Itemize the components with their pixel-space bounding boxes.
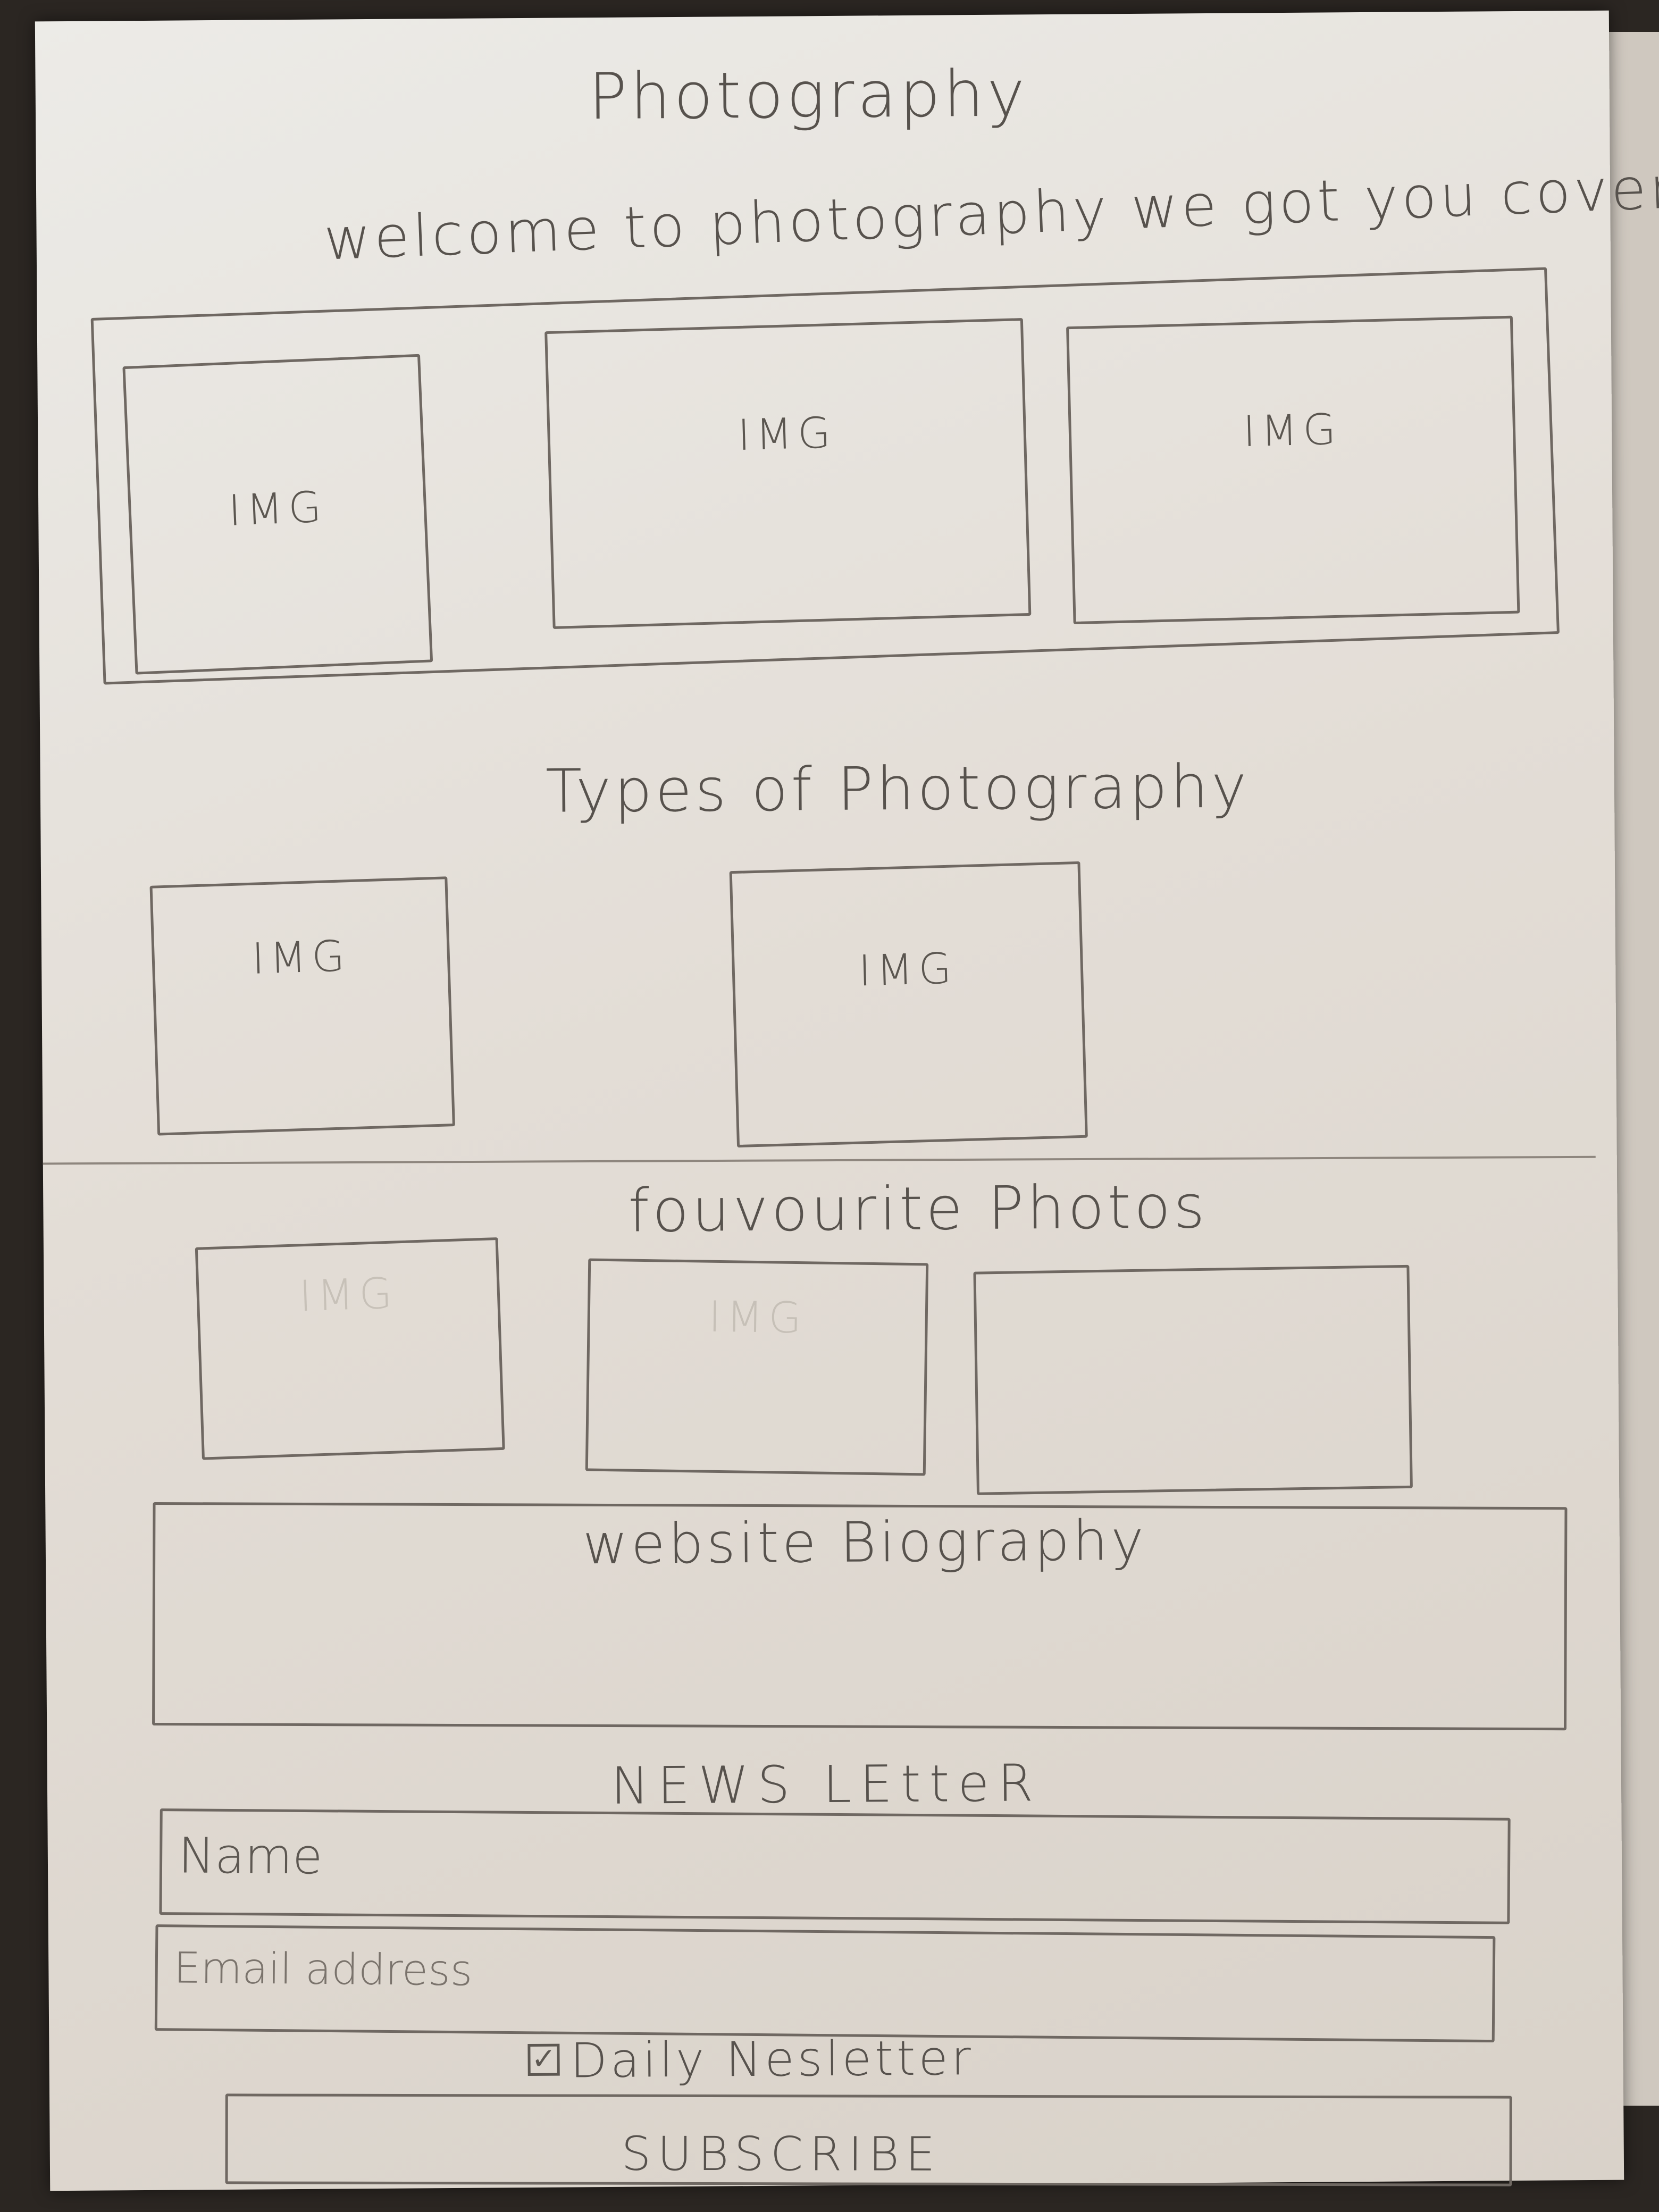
- favourite-image-3[interactable]: [973, 1264, 1413, 1495]
- image-placeholder-label: IMG: [708, 1292, 807, 1343]
- image-placeholder-label: IMG: [227, 482, 328, 536]
- email-field-placeholder: Email address: [173, 1943, 473, 1996]
- image-placeholder-label: IMG: [737, 407, 837, 460]
- image-placeholder-label: IMG: [298, 1268, 398, 1321]
- types-image-2[interactable]: IMG: [729, 861, 1088, 1148]
- favourites-heading: fouvourite Photos: [627, 1172, 1209, 1246]
- gallery-image-2[interactable]: IMG: [544, 318, 1032, 629]
- gallery-image-3[interactable]: IMG: [1066, 315, 1520, 625]
- sketch-paper: Photography welcome to photography we go…: [35, 10, 1659, 2191]
- favourite-image-2[interactable]: IMG: [585, 1258, 929, 1476]
- section-divider: [43, 1155, 1596, 1165]
- image-placeholder-label: IMG: [858, 943, 958, 996]
- types-image-1[interactable]: IMG: [149, 876, 455, 1136]
- daily-newsletter-label: Daily Nesletter: [570, 2030, 975, 2089]
- favourite-image-1[interactable]: IMG: [195, 1237, 505, 1460]
- biography-heading: website Biography: [582, 1507, 1147, 1577]
- daily-newsletter-checkbox[interactable]: ✓: [527, 2042, 560, 2076]
- types-heading: Types of Photography: [545, 752, 1250, 826]
- gallery-image-1[interactable]: IMG: [122, 354, 433, 675]
- email-field[interactable]: Email address: [154, 1924, 1496, 2043]
- name-field-placeholder: Name: [178, 1827, 323, 1886]
- image-placeholder-label: [977, 1355, 1408, 1362]
- page-title: Photography: [588, 57, 1028, 135]
- subscribe-button-label: SUBSCRIBE: [621, 2126, 942, 2182]
- subscribe-button[interactable]: SUBSCRIBE: [225, 2093, 1512, 2186]
- tagline: welcome to photography we got you covere…: [322, 152, 1659, 273]
- image-placeholder-label: IMG: [1242, 404, 1342, 457]
- newsletter-heading: NEWS LEtteR: [610, 1753, 1042, 1816]
- image-placeholder-label: IMG: [251, 931, 351, 984]
- name-field[interactable]: Name: [159, 1808, 1511, 1924]
